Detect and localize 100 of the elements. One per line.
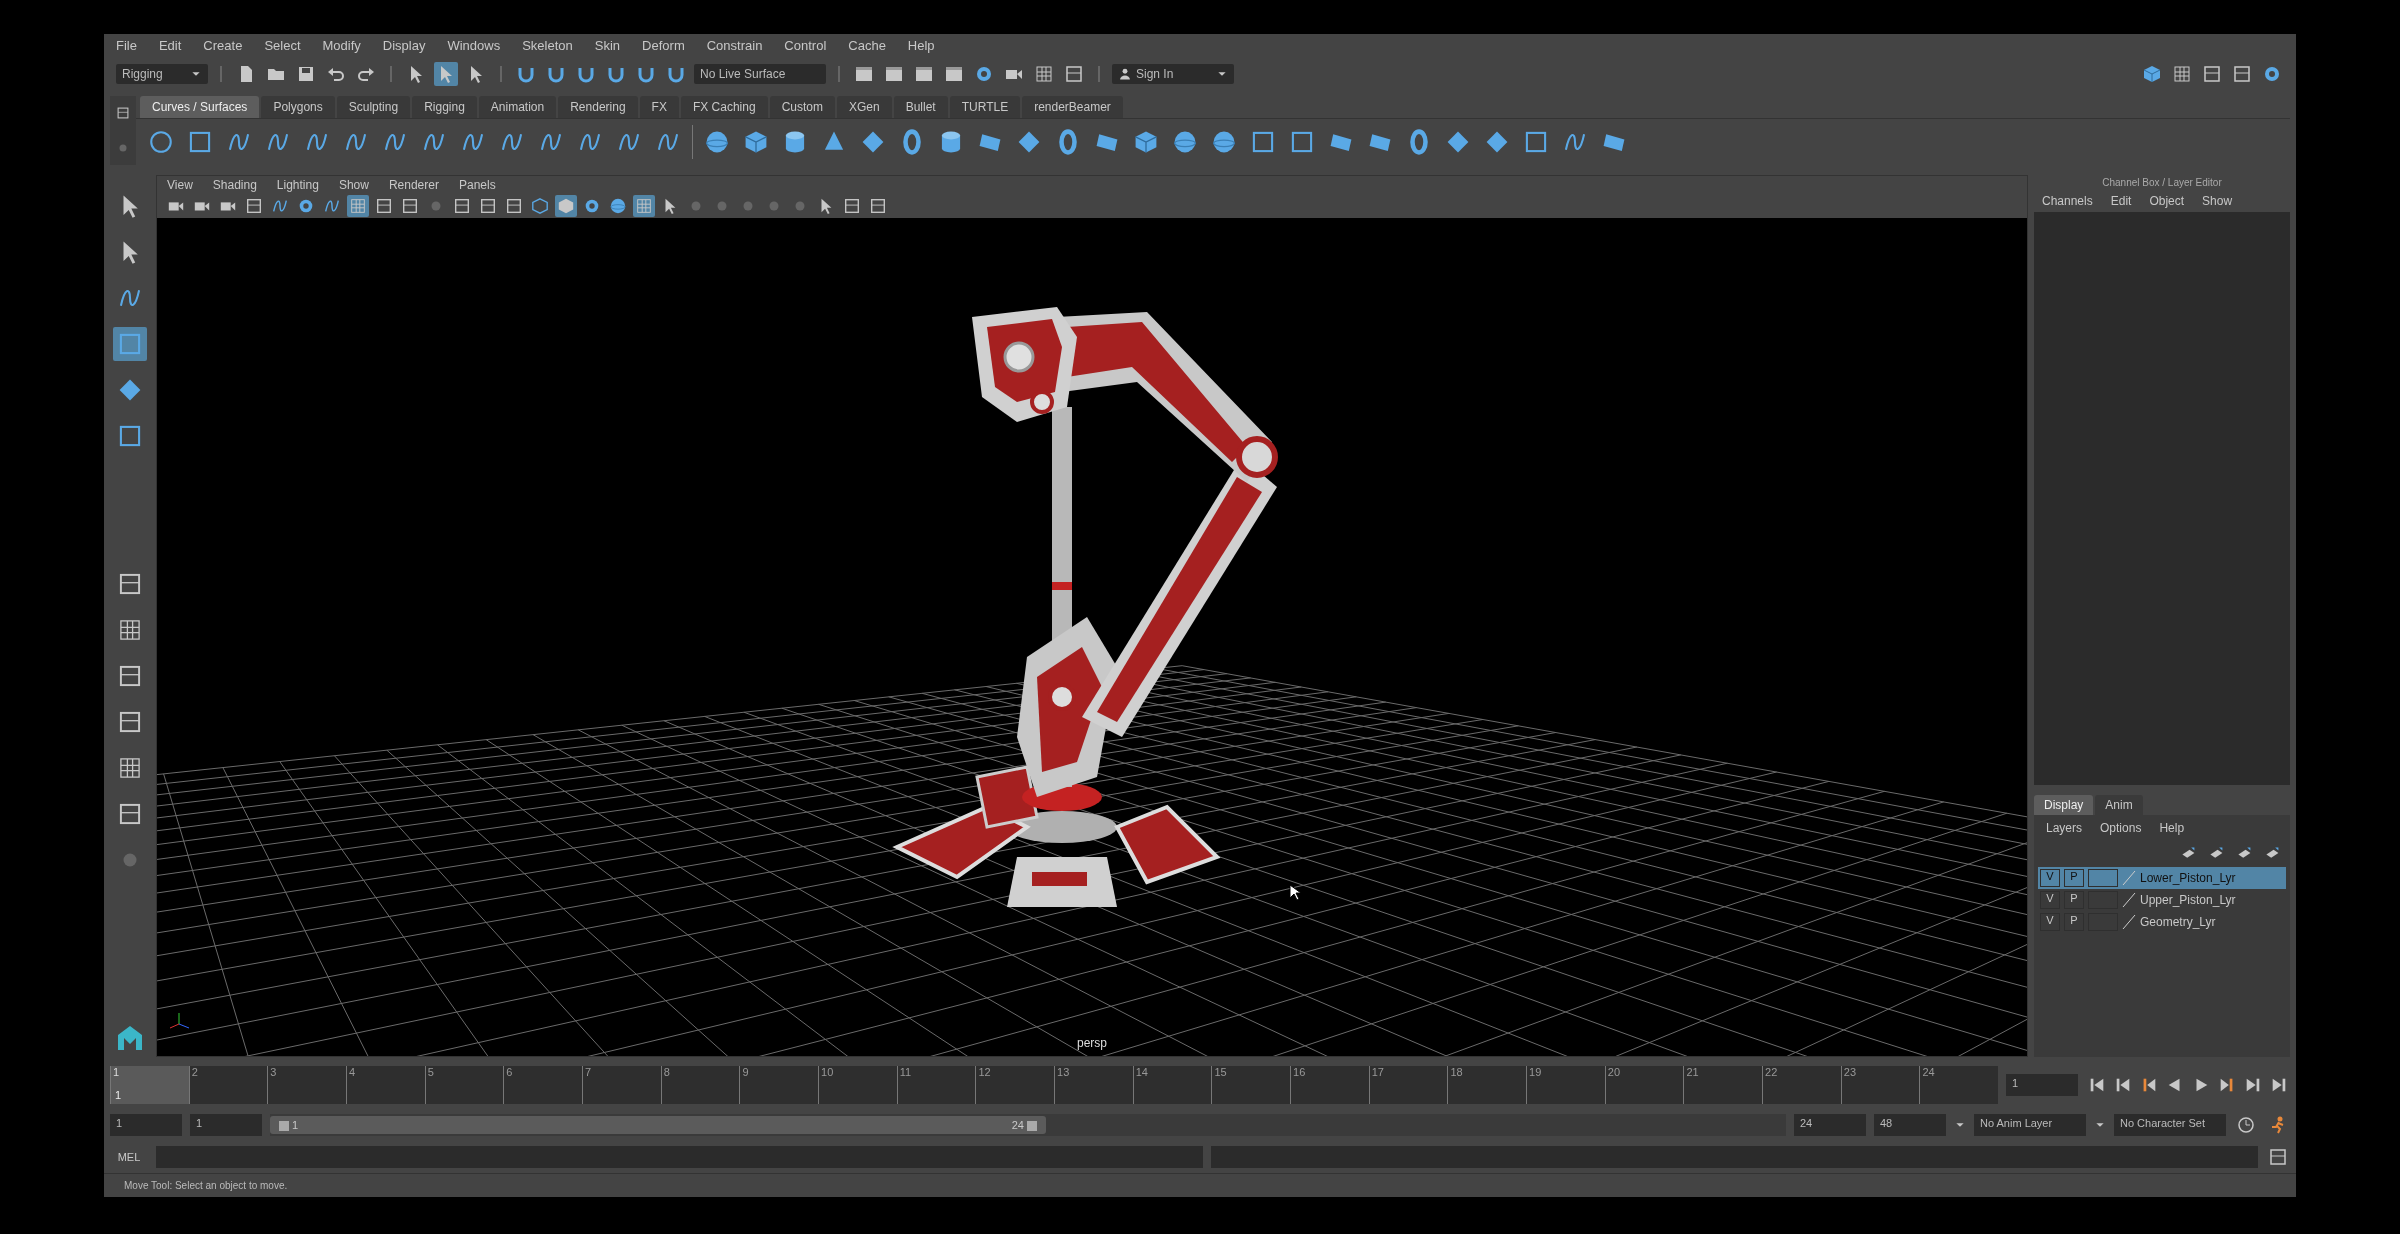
help-line: Move Tool: Select an object to move. (124, 1180, 288, 1191)
menu-item[interactable]: Display (382, 38, 426, 54)
sign-in-dropdown[interactable]: Sign In (1112, 64, 1234, 84)
shelf-tab[interactable]: Animation (478, 96, 557, 118)
menu-set-dropdown[interactable]: Rigging (116, 64, 208, 84)
panel-menu-item[interactable]: Panels (458, 178, 496, 192)
menu-item[interactable]: Select (264, 38, 301, 54)
shelf-tab[interactable]: Custom (769, 96, 835, 118)
shelf-tab[interactable]: renderBeamer (1022, 96, 1123, 118)
playback-toggle[interactable]: P (2064, 913, 2084, 931)
frame-number: 5 (427, 1066, 434, 1078)
menu-item[interactable]: Help (907, 38, 935, 54)
playback-toggle[interactable]: P (2064, 891, 2084, 909)
frame-number: 18 (1450, 1066, 1463, 1078)
menu-item[interactable]: Create (203, 38, 243, 54)
layer-editor-tab[interactable]: Display (2034, 795, 2094, 815)
shelf-tab[interactable]: Polygons (261, 96, 335, 118)
slash-icon (2122, 892, 2136, 908)
frame-number: 10 (821, 1066, 834, 1078)
shelf-tab[interactable]: Rigging (412, 96, 477, 118)
layer-menu-item[interactable]: Help (2159, 821, 2185, 835)
channel-box-menu-item[interactable]: Object (2149, 194, 2185, 208)
color-swatch[interactable] (2088, 869, 2118, 887)
layer-menu-item[interactable]: Options (2100, 821, 2142, 835)
frame-number: 7 (585, 1066, 592, 1078)
visibility-toggle[interactable]: V (2040, 891, 2060, 909)
slash-icon (2122, 870, 2136, 886)
current-frame-field[interactable]: 1 (2006, 1074, 2078, 1096)
shelf-tab[interactable]: Sculpting (336, 96, 411, 118)
layer-menu-item[interactable]: Layers (2046, 821, 2083, 835)
frame-number: 15 (1214, 1066, 1227, 1078)
frame-number: 12 (978, 1066, 991, 1078)
frame-number: 6 (506, 1066, 513, 1078)
frame-number: 20 (1607, 1066, 1620, 1078)
time-slider[interactable]: 1 1 2 3 4 5 6 7 8 9 10 11 12 13 14 15 16 17 18 19 20 21 22 23 24 (110, 1066, 1998, 1104)
layer-row[interactable]: V P Geometry_Lyr (2038, 911, 2286, 933)
channel-box-menu-item[interactable]: Channels (2042, 194, 2093, 208)
menu-item[interactable]: Constrain (706, 38, 763, 54)
layer-row[interactable]: V P Lower_Piston_Lyr (2038, 867, 2286, 889)
channel-box-menu-item[interactable]: Edit (2110, 194, 2132, 208)
playback-toggle[interactable]: P (2064, 869, 2084, 887)
wireframe-icon[interactable] (529, 195, 551, 217)
shelf-tab[interactable]: Rendering (558, 96, 638, 118)
frame-number: 17 (1371, 1066, 1384, 1078)
menu-item[interactable]: Modify (322, 38, 361, 54)
command-input-field[interactable] (156, 1146, 1203, 1168)
panel-menu-item[interactable]: Shading (212, 178, 257, 192)
frame-number: 13 (1057, 1066, 1070, 1078)
playback-start-field[interactable]: 1 (190, 1114, 262, 1136)
end-frame-field[interactable]: 48 (1874, 1114, 1946, 1136)
range-start-label: 1 (276, 1118, 299, 1132)
camera-label: persp (1077, 1036, 1107, 1050)
layer-name[interactable]: Upper_Piston_Lyr (2140, 893, 2236, 907)
panel-menu-item[interactable]: Renderer (388, 178, 439, 192)
frame-number: 16 (1293, 1066, 1306, 1078)
frame-number: 24 (1922, 1066, 1935, 1078)
menu-item[interactable]: Deform (642, 38, 685, 54)
panel-menu-item[interactable]: Lighting (276, 178, 319, 192)
live-surface-field[interactable]: No Live Surface (694, 64, 826, 84)
frame-number: 23 (1843, 1066, 1857, 1078)
layer-name[interactable]: Lower_Piston_Lyr (2140, 871, 2236, 885)
start-frame-field[interactable]: 1 (110, 1114, 182, 1136)
frame-number: 4 (349, 1066, 356, 1078)
person-icon (1118, 67, 1132, 81)
playback-range-bar[interactable]: 1 24 (270, 1116, 1046, 1134)
shelf-tab[interactable]: XGen (836, 96, 892, 118)
frame-number: 11 (899, 1066, 912, 1078)
anim-layer-dropdown[interactable]: No Anim Layer (1974, 1114, 2086, 1136)
frame-number: 22 (1765, 1066, 1778, 1078)
shelf-tab[interactable]: Bullet (893, 96, 948, 118)
menu-item[interactable]: Edit (158, 38, 182, 54)
layer-row[interactable]: V P Upper_Piston_Lyr (2038, 889, 2286, 911)
playback-end-field[interactable]: 24 (1794, 1114, 1866, 1136)
menu-item[interactable]: Control (784, 38, 827, 54)
character-set-dropdown[interactable]: No Character Set (2114, 1114, 2226, 1136)
menu-item[interactable]: Skeleton (522, 38, 573, 54)
layer-editor-tab[interactable]: Anim (2095, 795, 2143, 815)
frame-number: 3 (270, 1066, 277, 1078)
frame-number: 8 (663, 1066, 670, 1078)
visibility-toggle[interactable]: V (2040, 869, 2060, 887)
shelf-tab[interactable]: FX (639, 96, 679, 118)
command-language-label[interactable]: MEL (110, 1151, 148, 1163)
menu-item[interactable]: Cache (848, 38, 886, 54)
frame-number: 21 (1686, 1066, 1699, 1078)
menu-item[interactable]: File (116, 38, 137, 54)
shaded-cube-icon[interactable] (555, 195, 577, 217)
frame-number: 9 (742, 1066, 749, 1078)
channel-box-menu-item[interactable]: Show (2202, 194, 2233, 208)
shelf-tab[interactable]: TURTLE (949, 96, 1021, 118)
frame-number: 19 (1529, 1066, 1542, 1078)
shelf-tab[interactable]: Curves / Surfaces (140, 96, 260, 118)
panel-menu-item[interactable]: Show (338, 178, 369, 192)
visibility-toggle[interactable]: V (2040, 913, 2060, 931)
shelf-tab[interactable]: FX Caching (680, 96, 768, 118)
layer-name[interactable]: Geometry_Lyr (2140, 915, 2216, 929)
menu-item[interactable]: Skin (594, 38, 621, 54)
panel-menu-item[interactable]: View (167, 178, 193, 192)
slash-icon (2122, 914, 2136, 930)
frame-number: 1 (113, 1066, 120, 1078)
menu-item[interactable]: Windows (447, 38, 501, 54)
